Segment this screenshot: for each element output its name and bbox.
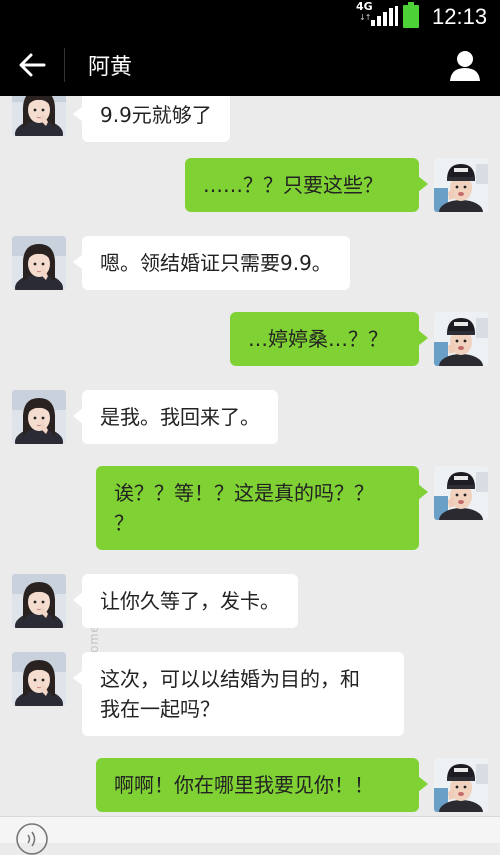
signal-icon [371,6,398,26]
header-divider [64,48,65,82]
outgoing-message[interactable]: …婷婷桑…？？ [230,312,428,366]
incoming-message[interactable]: 是我。我回来了。 [73,390,278,444]
incoming-message[interactable]: 9.9元就够了 [73,96,230,142]
clock: 12:13 [432,4,488,29]
battery-icon [403,2,419,28]
voice-input-icon[interactable] [16,823,48,855]
message-text: 嗯。领结婚证只需要9.9。 [100,251,332,275]
incoming-message[interactable]: 这次，可以以结婚为目的，和 我在一起吗？ [73,652,404,736]
message-text: 诶？？等！？这是真的吗？？ ？ [114,481,374,535]
contact-name: 阿黄 [88,55,133,80]
message-list[interactable]: www.nomeizi.com 9.9元就够了 ……？？只要这些？ 嗯。领结婚证… [0,96,500,816]
my-avatar[interactable] [434,312,488,366]
contact-avatar[interactable] [12,652,66,706]
incoming-message[interactable]: 让你久等了，发卡。 [73,574,298,628]
status-bar: 4G ↓↑ 12:13 [0,0,500,34]
my-avatar[interactable] [434,158,488,212]
message-text: 是我。我回来了。 [100,405,260,429]
outgoing-message[interactable]: ……？？只要这些？ [185,158,428,212]
incoming-message[interactable]: 嗯。领结婚证只需要9.9。 [73,236,350,290]
message-text: 9.9元就够了 [100,103,212,127]
my-avatar[interactable] [434,758,488,812]
contact-avatar[interactable] [12,236,66,290]
contact-avatar[interactable] [12,574,66,628]
message-text: 这次，可以以结婚为目的，和 我在一起吗？ [100,667,360,721]
outgoing-message[interactable]: 啊啊！你在哪里我要见你！！ [96,758,428,812]
contact-avatar[interactable] [12,390,66,444]
message-text: …婷婷桑…？？ [248,327,388,351]
my-avatar[interactable] [434,466,488,520]
back-arrow-icon[interactable] [18,51,46,79]
message-text: ……？？只要这些？ [203,173,383,197]
outgoing-message[interactable]: 诶？？等！？这是真的吗？？ ？ [96,466,428,550]
message-text: 让你久等了，发卡。 [100,589,280,613]
chat-header: 阿黄 [0,34,500,96]
data-activity-icon: ↓↑ [359,13,371,22]
message-text: 啊啊！你在哪里我要见你！！ [114,773,374,797]
profile-icon[interactable] [448,48,482,82]
input-bar [0,816,500,855]
contact-avatar[interactable] [12,96,66,136]
